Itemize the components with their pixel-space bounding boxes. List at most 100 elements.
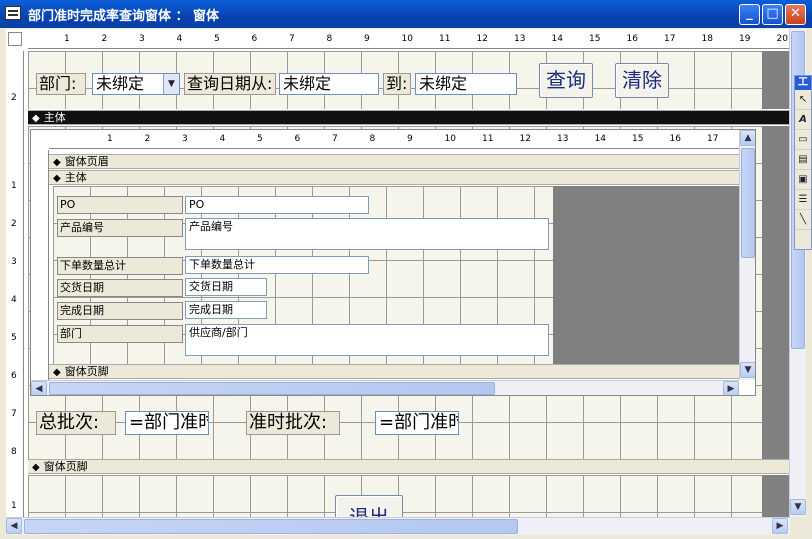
- window-title: 部门准时完成率查询窗体 ： 窗体: [28, 9, 220, 24]
- total-batches-label: 总批次:: [36, 411, 116, 435]
- label-icon[interactable]: A: [795, 110, 811, 130]
- supplier-dept-field[interactable]: 供应商/部门: [185, 324, 549, 356]
- toolbox-title[interactable]: 工: [795, 76, 811, 90]
- ruler-tick-label: 8: [11, 447, 17, 457]
- form-selector[interactable]: [8, 32, 22, 46]
- subform-ruler-tick-label: 7: [332, 134, 338, 144]
- subform-ruler-tick-label: 5: [257, 134, 263, 144]
- subform-horizontal-scrollbar[interactable]: ◀ ▶: [31, 380, 739, 395]
- subform-detail-label: 主体: [64, 171, 87, 184]
- ruler-tick-label: 17: [664, 34, 676, 44]
- main-section-bar[interactable]: ◆ 主体: [28, 110, 789, 125]
- ruler-tick-label: 1: [11, 501, 17, 511]
- dept-combo[interactable]: 未绑定 ▼: [92, 73, 180, 95]
- textbox-icon[interactable]: ▭: [795, 130, 811, 150]
- chevron-down-icon[interactable]: ▼: [163, 74, 179, 94]
- total-batches-field[interactable]: =部门准时: [125, 411, 209, 435]
- subform-footer-bar[interactable]: ◆ 窗体页脚: [49, 364, 739, 379]
- main-hscroll-thumb[interactable]: [24, 519, 518, 534]
- product-no-field[interactable]: 产品编号: [185, 218, 549, 250]
- ruler-tick-label: 4: [176, 34, 183, 44]
- form-icon[interactable]: ▤: [795, 150, 811, 170]
- product-no-label: 产品编号: [57, 219, 183, 237]
- subform-ruler-tick-label: 9: [407, 134, 413, 144]
- ruler-tick-label: 6: [251, 34, 258, 44]
- subform-vscroll-thumb[interactable]: [741, 148, 755, 258]
- date-from-label: 查询日期从:: [184, 73, 276, 95]
- finish-date-field[interactable]: 完成日期: [185, 301, 267, 319]
- subform-outside-area: [553, 186, 739, 364]
- pointer-icon[interactable]: ↖: [795, 90, 811, 110]
- combo-icon[interactable]: ☰: [795, 190, 811, 210]
- image-icon[interactable]: ▣: [795, 170, 811, 190]
- query-button[interactable]: 查询: [539, 63, 593, 98]
- horizontal-ruler[interactable]: 1 2 3 4 5 6 7 8 9 10 11 12 13 14 15 16 17 18 19 20: [28, 31, 789, 49]
- form-footer-label: 窗体页脚: [43, 460, 88, 473]
- close-button[interactable]: ✕: [785, 4, 806, 25]
- line-icon[interactable]: ╲: [795, 210, 811, 230]
- minimize-button[interactable]: _: [739, 4, 760, 25]
- subform-ruler-tick-label: 10: [444, 134, 456, 144]
- grid-outside-area: [762, 126, 789, 459]
- grid-outside-area: [762, 51, 789, 109]
- subform-vertical-scrollbar[interactable]: ▲ ▼: [739, 130, 755, 380]
- main-horizontal-scrollbar[interactable]: ◀ ▶: [6, 517, 790, 535]
- section-arrow-icon: ◆: [32, 113, 40, 124]
- ruler-tick-label: 19: [739, 34, 751, 44]
- ruler-tick-label: 8: [326, 34, 333, 44]
- maximize-button[interactable]: □: [762, 4, 783, 25]
- date-to-field[interactable]: 未绑定: [415, 73, 517, 95]
- date-from-field[interactable]: 未绑定: [279, 73, 379, 95]
- subform-ruler-tick-label: 6: [294, 134, 301, 144]
- subform-ruler-tick-label: 8: [369, 134, 376, 144]
- exit-button[interactable]: 退出: [335, 495, 403, 517]
- ruler-tick-label: 9: [364, 34, 370, 44]
- ruler-tick-label: 4: [11, 295, 17, 305]
- ruler-tick-label: 14: [551, 34, 563, 44]
- subform-hscroll-thumb[interactable]: [49, 382, 495, 395]
- ruler-tick-label: 16: [626, 34, 638, 44]
- finish-date-label: 完成日期: [57, 302, 183, 320]
- po-label: PO: [57, 196, 183, 214]
- subform-ruler-tick-label: 11: [482, 134, 494, 144]
- order-qty-total-field[interactable]: 下单数量总计: [185, 256, 369, 274]
- subform-header-bar[interactable]: ◆ 窗体页眉: [49, 154, 739, 169]
- subform-detail-bar[interactable]: ◆ 主体: [49, 170, 739, 185]
- ruler-tick-label: 2: [11, 219, 17, 229]
- ruler-tick-label: 5: [214, 34, 220, 44]
- ruler-tick-label: 2: [11, 93, 17, 103]
- ruler-tick-label: 3: [139, 34, 145, 44]
- delivery-date-field[interactable]: 交货日期: [185, 278, 267, 296]
- form-footer-bar[interactable]: ◆ 窗体页脚: [28, 459, 789, 474]
- subform-ruler-tick-label: 4: [219, 134, 226, 144]
- ruler-tick-label: 12: [476, 34, 488, 44]
- scroll-right-icon[interactable]: ▶: [772, 518, 788, 534]
- scroll-right-icon[interactable]: ▶: [723, 381, 739, 395]
- form-design-surface: 1 2 3 4 5 6 7 8 9 10 11 12 13 14 15 16 17 18 19 20 21234567…: [6, 29, 790, 517]
- po-field[interactable]: PO: [185, 196, 369, 214]
- vertical-ruler[interactable]: 2 1 2 3 4 5 6 7 8 1: [6, 51, 24, 517]
- form-window-icon[interactable]: [5, 6, 21, 20]
- subform-control[interactable]: 123456789101112131415161718 ◆窗体页眉 ◆主体 PO…: [30, 129, 756, 396]
- scroll-left-icon[interactable]: ◀: [31, 381, 47, 395]
- scroll-down-icon[interactable]: ▼: [740, 362, 755, 378]
- subform-ruler-tick-label: 16: [669, 134, 681, 144]
- clear-button[interactable]: 清除: [615, 63, 669, 98]
- scroll-down-icon[interactable]: ▼: [790, 499, 806, 515]
- ruler-tick-label: 11: [439, 34, 451, 44]
- toolbox-panel[interactable]: 工 ↖ A ▭ ▤ ▣ ☰ ╲: [794, 75, 812, 250]
- subform-ruler-tick-label: 12: [519, 134, 531, 144]
- subform-ruler-tick-label: 14: [594, 134, 606, 144]
- subform-ruler-tick-label: 15: [632, 134, 644, 144]
- subform-ruler-tick-label: 17: [707, 134, 719, 144]
- title-bar: 部门准时完成率查询窗体 ： 窗体 _ □ ✕: [0, 0, 812, 28]
- ruler-tick-label: 7: [11, 409, 17, 419]
- dept-sub-label: 部门: [57, 325, 183, 343]
- scroll-left-icon[interactable]: ◀: [6, 518, 22, 534]
- grid-outside-area: [762, 475, 789, 517]
- ruler-tick-label: 18: [701, 34, 713, 44]
- ontime-batches-field[interactable]: =部门准时: [375, 411, 459, 435]
- ruler-tick-label: 15: [589, 34, 601, 44]
- scroll-up-icon[interactable]: ▲: [740, 130, 755, 146]
- ruler-tick-label: 13: [514, 34, 526, 44]
